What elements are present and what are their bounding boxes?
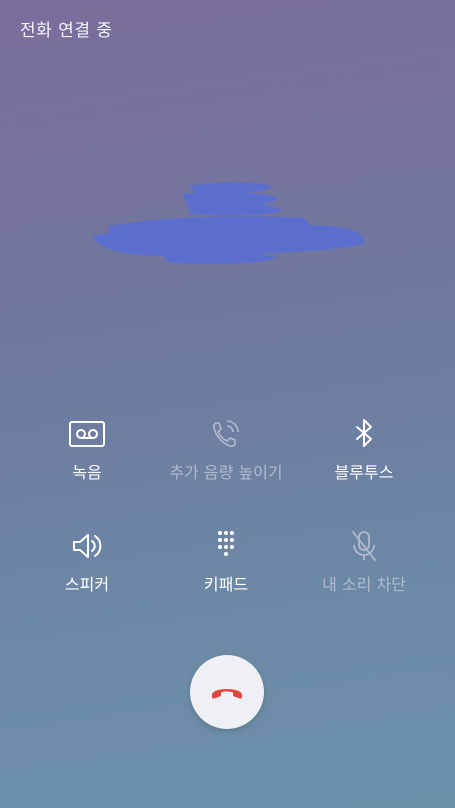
keypad-label: 키패드 bbox=[203, 575, 249, 594]
mute-label: 내 소리 차단 bbox=[322, 575, 406, 594]
end-call-icon bbox=[212, 689, 242, 699]
bluetooth-label: 블루투스 bbox=[334, 463, 394, 482]
add-volume-button[interactable]: 추가 음량 높이기 bbox=[151, 417, 301, 483]
redacted-caller-name bbox=[93, 182, 364, 265]
bluetooth-button[interactable]: 블루투스 bbox=[289, 417, 439, 483]
end-call-button[interactable] bbox=[190, 655, 264, 729]
bluetooth-icon bbox=[356, 419, 372, 447]
speaker-label: 스피커 bbox=[64, 575, 110, 594]
speaker-button[interactable]: 스피커 bbox=[12, 529, 162, 595]
keypad-icon bbox=[218, 531, 234, 556]
mic-off-icon bbox=[352, 531, 376, 561]
add-volume-label: 추가 음량 높이기 bbox=[169, 463, 283, 482]
voicemail-icon bbox=[69, 421, 105, 447]
record-button[interactable]: 녹음 bbox=[12, 417, 162, 483]
speaker-icon bbox=[73, 534, 102, 558]
mute-button[interactable]: 내 소리 차단 bbox=[289, 529, 439, 595]
phone-volume-icon bbox=[212, 420, 239, 448]
call-status-text: 전화 연결 중 bbox=[20, 21, 113, 41]
record-label: 녹음 bbox=[72, 463, 102, 482]
keypad-button[interactable]: 키패드 bbox=[151, 529, 301, 595]
